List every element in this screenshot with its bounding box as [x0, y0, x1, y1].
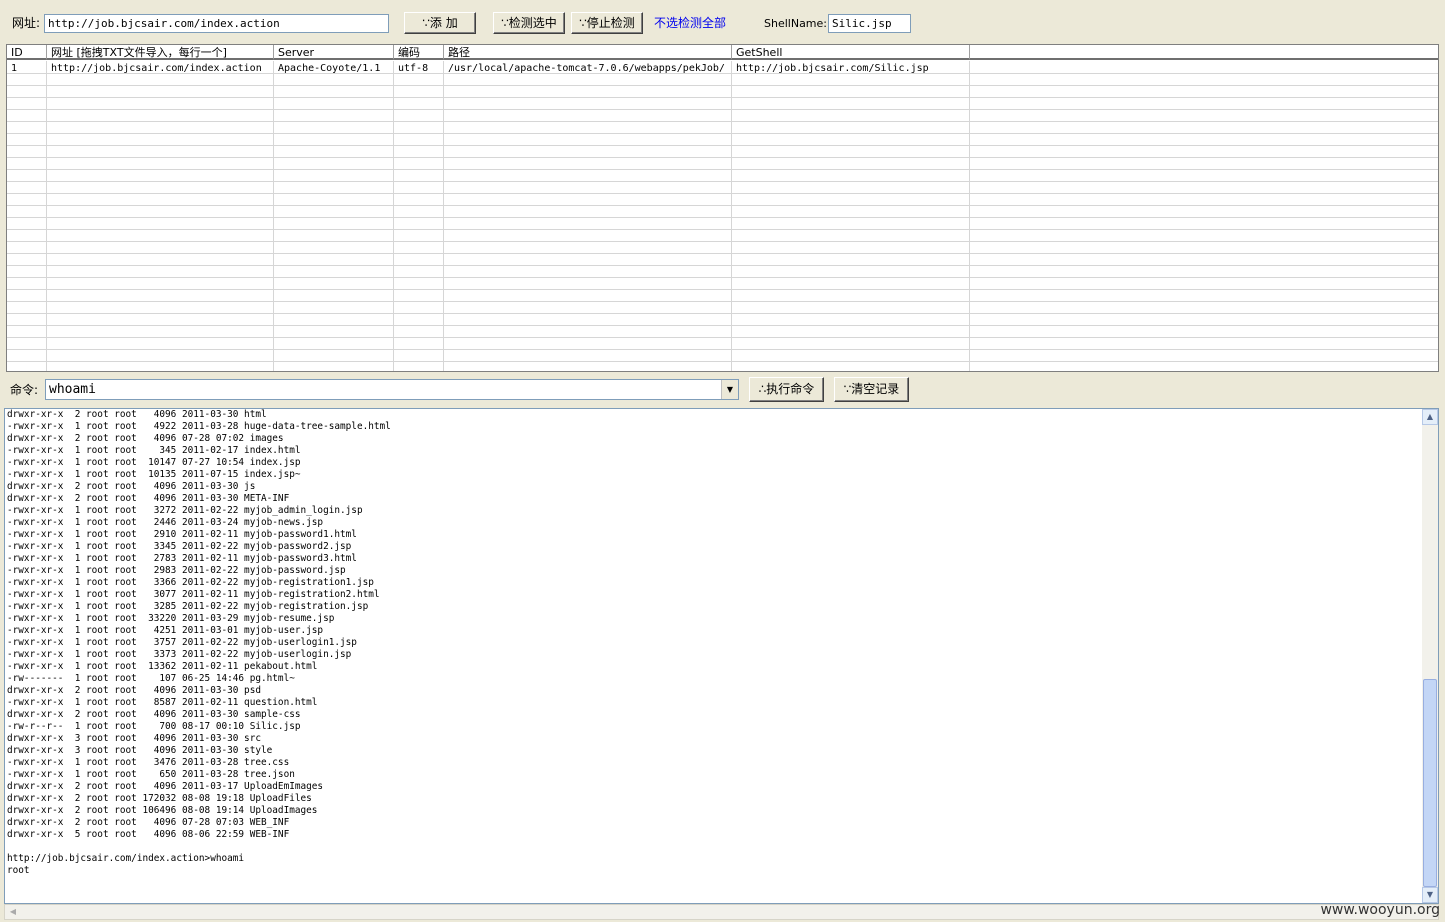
- shellname-label: ShellName:: [764, 17, 827, 30]
- stop-detect-button[interactable]: ∵停止检测: [571, 12, 643, 34]
- add-button[interactable]: ∵添 加: [404, 12, 476, 34]
- grid-column-divider: [969, 61, 970, 371]
- url-list-grid[interactable]: ID 网址 [拖拽TXT文件导入，每行一个] Server 编码 路径 GetS…: [6, 44, 1439, 372]
- grid-column-divider: [731, 61, 732, 371]
- cell-getshell: http://job.bjcsair.com/Silic.jsp: [736, 63, 929, 74]
- horizontal-scrollbar[interactable]: ◀: [4, 904, 1439, 920]
- grid-column-divider: [393, 61, 394, 371]
- scrollbar-thumb[interactable]: [1423, 679, 1437, 887]
- cell-path: /usr/local/apache-tomcat-7.0.6/webapps/p…: [448, 63, 725, 74]
- cell-id: 1: [11, 63, 18, 74]
- clear-log-button[interactable]: ∵清空记录: [834, 377, 909, 402]
- cell-url: http://job.bjcsair.com/index.action: [51, 63, 262, 74]
- grid-column-divider: [273, 61, 274, 371]
- column-header-server[interactable]: Server: [274, 45, 394, 60]
- column-header-url[interactable]: 网址 [拖拽TXT文件导入，每行一个]: [47, 45, 274, 60]
- command-output-text: drwxr-xr-x 2 root root 4096 2011-03-30 h…: [7, 409, 391, 876]
- grid-row-lines: [7, 62, 1438, 371]
- combo-dropdown-arrow-icon[interactable]: ▼: [721, 380, 738, 399]
- command-label: 命令:: [10, 383, 39, 397]
- watermark: www.wooyun.org: [1320, 902, 1440, 918]
- column-header-encoding[interactable]: 编码: [394, 45, 444, 60]
- grid-column-divider: [46, 61, 47, 371]
- command-input[interactable]: whoami: [49, 381, 96, 398]
- shellname-input[interactable]: Silic.jsp: [828, 14, 911, 33]
- command-output-panel[interactable]: drwxr-xr-x 2 root root 4096 2011-03-30 h…: [4, 408, 1439, 904]
- execute-command-button[interactable]: ∴执行命令: [749, 377, 824, 402]
- cell-server: Apache-Coyote/1.1: [278, 63, 381, 74]
- column-header-filler: [970, 45, 1438, 60]
- cell-encoding: utf-8: [398, 63, 429, 74]
- command-combobox[interactable]: whoami ▼: [45, 379, 739, 400]
- vertical-scrollbar[interactable]: ▲ ▼: [1422, 409, 1438, 903]
- column-header-getshell[interactable]: GetShell: [732, 45, 970, 60]
- scroll-left-arrow-icon[interactable]: ◀: [5, 905, 21, 919]
- column-header-id[interactable]: ID: [7, 45, 47, 60]
- grid-column-divider: [443, 61, 444, 371]
- scroll-up-arrow-icon[interactable]: ▲: [1422, 409, 1438, 425]
- grid-header: ID 网址 [拖拽TXT文件导入，每行一个] Server 编码 路径 GetS…: [7, 45, 1438, 61]
- url-input[interactable]: http://job.bjcsair.com/index.action: [44, 14, 389, 33]
- unselect-all-link[interactable]: 不选检测全部: [654, 15, 726, 31]
- detect-selected-button[interactable]: ∵检测选中: [493, 12, 565, 34]
- column-header-path[interactable]: 路径: [444, 45, 732, 60]
- scroll-down-arrow-icon[interactable]: ▼: [1422, 887, 1438, 903]
- url-label: 网址:: [12, 16, 41, 30]
